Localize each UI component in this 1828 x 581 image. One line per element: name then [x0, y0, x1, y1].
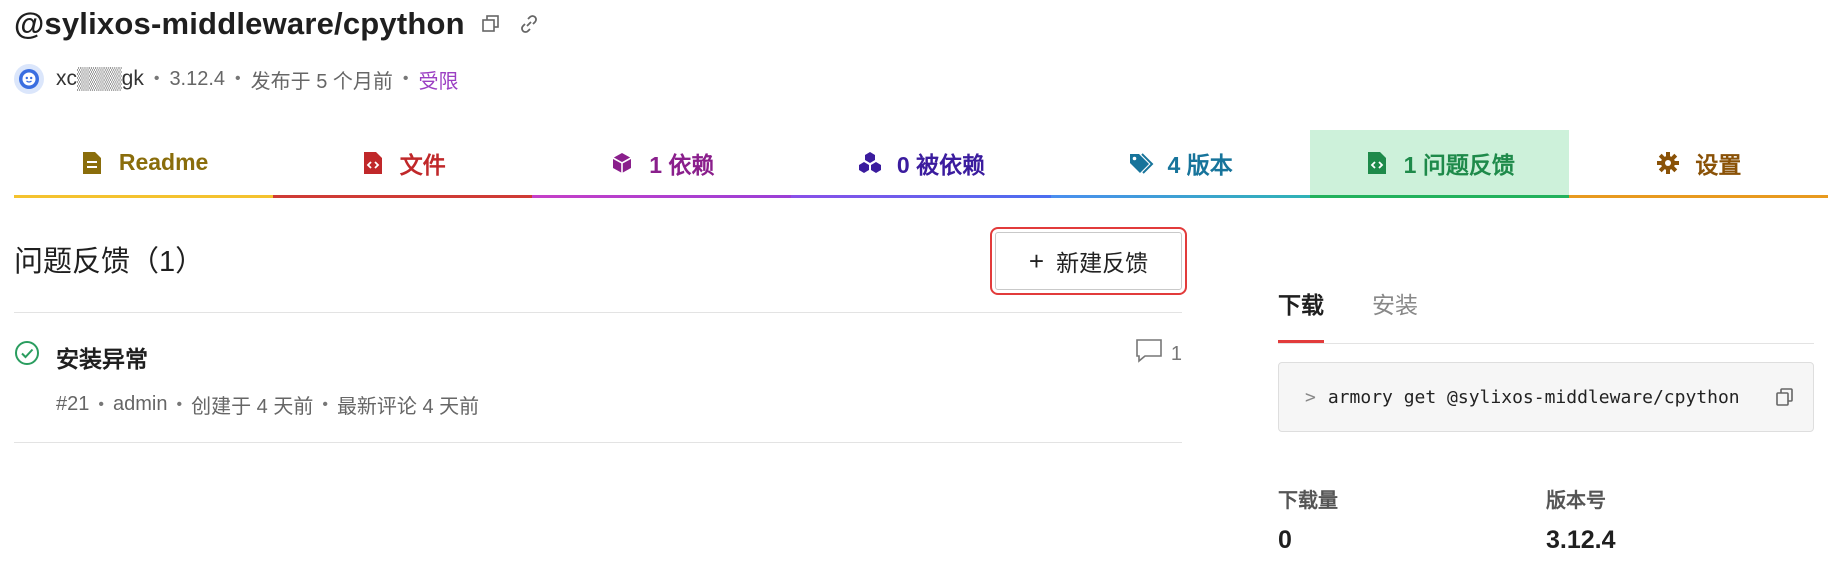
install-tabs: 下载 安装 — [1278, 286, 1814, 344]
version-text: 3.12.4 — [169, 67, 226, 90]
separator: • — [322, 395, 328, 413]
version-label: 版本号 — [1546, 490, 1606, 512]
tab-label: 0 被依赖 — [896, 151, 986, 178]
check-circle-icon — [14, 340, 40, 366]
tab-label: 1 依赖 — [649, 151, 715, 178]
version-value: 3.12.4 — [1546, 526, 1616, 554]
install-command[interactable]: armory get @sylixos-middleware/cpython — [1328, 387, 1763, 408]
prompt-symbol: > — [1305, 386, 1316, 408]
page-header: @sylixos-middleware/cpython — [14, 6, 541, 42]
downloads-value: 0 — [1278, 526, 1292, 554]
copy-icon[interactable] — [479, 12, 503, 36]
tab-label: Readme — [118, 149, 209, 175]
new-issue-button[interactable]: + 新建反馈 — [990, 227, 1187, 295]
separator: • — [402, 70, 409, 87]
tab-download[interactable]: 下载 — [1278, 286, 1324, 343]
divider — [14, 442, 1182, 443]
tab-label: 4 版本 — [1167, 151, 1233, 178]
tab-label: 文件 — [399, 151, 446, 178]
issue-created: 创建于 4 天前 — [191, 396, 314, 418]
downloads-label: 下载量 — [1278, 490, 1338, 512]
tab-install[interactable]: 安装 — [1372, 286, 1418, 343]
separator: • — [98, 395, 104, 413]
gear-icon — [1655, 150, 1681, 176]
tab-versions[interactable]: 4 版本 — [1050, 130, 1310, 198]
document-icon — [79, 150, 105, 176]
issue-title[interactable]: 安装异常 — [56, 340, 148, 374]
package-tabs: Readme 文件 1 依赖 0 被依赖 4 版本 1 问题反馈 设置 — [14, 130, 1828, 198]
package-meta: xc▒▒▒gk • 3.12.4 • 发布于 5 个月前 • 受限 — [14, 64, 459, 94]
access-badge[interactable]: 受限 — [419, 65, 459, 94]
tab-settings[interactable]: 设置 — [1568, 130, 1828, 198]
divider — [14, 312, 1182, 313]
package-title: @sylixos-middleware/cpython — [14, 6, 465, 41]
install-command-box: > armory get @sylixos-middleware/cpython — [1278, 362, 1814, 432]
tags-icon — [1128, 150, 1154, 176]
separator: • — [153, 70, 160, 87]
code-file-icon — [1364, 150, 1390, 176]
issue-meta: #21 • admin • 创建于 4 天前 • 最新评论 4 天前 — [56, 390, 479, 419]
avatar[interactable] — [14, 64, 44, 94]
cube-icon — [609, 150, 635, 176]
separator: • — [235, 70, 241, 87]
comment-count[interactable]: 1 — [1135, 338, 1182, 370]
issue-row[interactable]: 安装异常 #21 • admin • 创建于 4 天前 • 最新评论 4 天前 … — [14, 338, 1182, 438]
tab-files[interactable]: 文件 — [273, 130, 533, 198]
link-icon[interactable] — [517, 12, 541, 36]
tab-dependents[interactable]: 0 被依赖 — [791, 130, 1051, 198]
tab-label: 设置 — [1695, 151, 1742, 178]
issue-last-comment: 最新评论 4 天前 — [336, 396, 480, 418]
issues-heading: 问题反馈（1） — [14, 246, 205, 278]
published-time: 发布于 5 个月前 — [250, 70, 393, 93]
comment-count-value: 1 — [1170, 342, 1182, 365]
comment-icon — [1135, 338, 1163, 370]
tab-label: 1 问题反馈 — [1403, 151, 1515, 178]
new-issue-label: 新建反馈 — [1056, 250, 1149, 276]
issue-author[interactable]: admin — [113, 393, 167, 416]
author-name[interactable]: xc▒▒▒gk — [56, 67, 144, 91]
tab-dependencies[interactable]: 1 依赖 — [532, 130, 792, 198]
tab-issues[interactable]: 1 问题反馈 — [1309, 130, 1569, 198]
separator: • — [176, 395, 183, 413]
code-file-icon — [360, 150, 386, 176]
plus-icon: + — [1028, 246, 1045, 276]
issue-number: #21 — [56, 393, 90, 415]
copy-icon[interactable] — [1773, 385, 1797, 409]
tab-readme[interactable]: Readme — [14, 130, 274, 198]
cubes-icon — [857, 150, 883, 176]
